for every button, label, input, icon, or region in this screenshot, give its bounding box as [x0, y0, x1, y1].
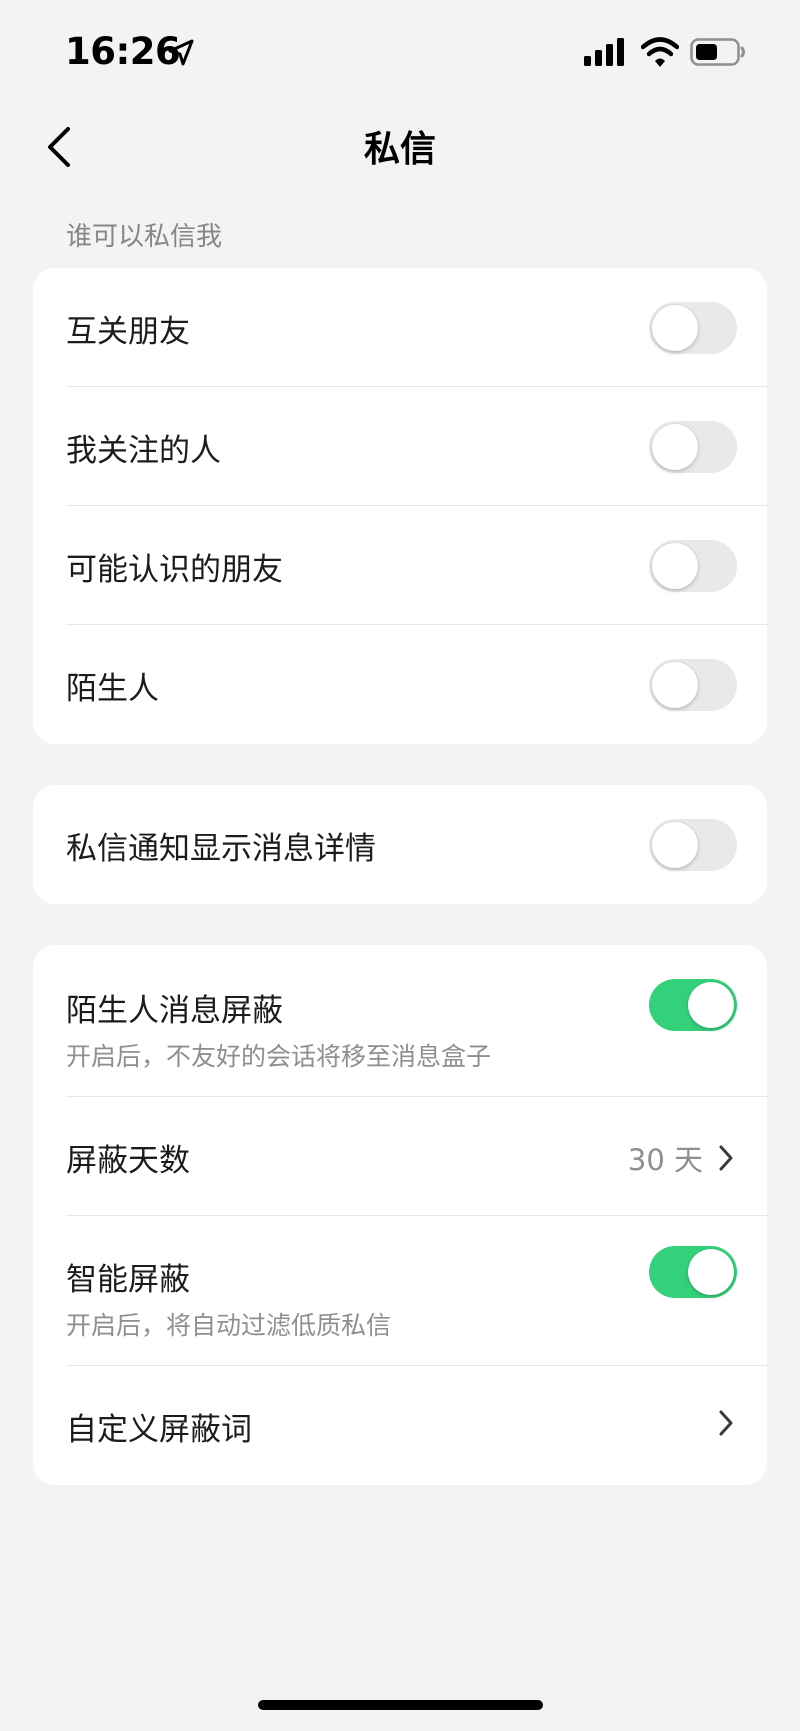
- page-title: 私信: [363, 129, 436, 170]
- row-smart-block[interactable]: 智能屏蔽 开启后，将自动过滤低质私信: [33, 1216, 767, 1366]
- row-label: 我关注的人: [66, 433, 221, 469]
- signal-icon: [584, 38, 624, 66]
- row-custom-block-words[interactable]: 自定义屏蔽词: [33, 1366, 767, 1485]
- location-icon: [168, 39, 194, 66]
- chevron-right-icon: [719, 1410, 733, 1436]
- block-days-value-group: 30 天: [628, 1137, 735, 1179]
- row-label: 互关朋友: [66, 314, 190, 350]
- status-bar: 16:26: [0, 0, 800, 100]
- following-toggle[interactable]: [649, 421, 737, 473]
- chevron-right-icon: [719, 1145, 733, 1171]
- status-time: 16:26: [65, 30, 181, 73]
- row-label: 私信通知显示消息详情: [66, 831, 376, 867]
- row-people-you-may-know[interactable]: 可能认识的朋友: [33, 506, 767, 625]
- nav-bar: 私信: [0, 100, 800, 190]
- row-label: 可能认识的朋友: [66, 552, 283, 588]
- people-you-may-know-toggle[interactable]: [649, 540, 737, 592]
- row-label: 屏蔽天数: [66, 1143, 190, 1179]
- who-can-message-card: 互关朋友 我关注的人 可能认识的朋友 陌生人: [33, 268, 767, 744]
- row-following[interactable]: 我关注的人: [33, 387, 767, 506]
- row-subtitle: 开启后，将自动过滤低质私信: [66, 1311, 392, 1340]
- custom-words-chevron-group: [717, 1408, 735, 1438]
- row-subtitle: 开启后，不友好的会话将移至消息盒子: [66, 1042, 492, 1071]
- section-header: 谁可以私信我: [66, 222, 223, 252]
- row-label: 陌生人: [66, 671, 159, 707]
- row-block-days[interactable]: 屏蔽天数 30 天: [33, 1097, 767, 1216]
- battery-icon: [690, 38, 745, 66]
- wifi-icon: [641, 37, 679, 67]
- home-indicator: [258, 1700, 543, 1710]
- notification-card: 私信通知显示消息详情: [33, 785, 767, 904]
- row-stranger-block[interactable]: 陌生人消息屏蔽 开启后，不友好的会话将移至消息盒子: [33, 945, 767, 1097]
- strangers-toggle[interactable]: [649, 659, 737, 711]
- row-strangers[interactable]: 陌生人: [33, 625, 767, 744]
- message-filter-card: 陌生人消息屏蔽 开启后，不友好的会话将移至消息盒子 屏蔽天数 30 天 智能屏蔽…: [33, 945, 767, 1485]
- row-label: 陌生人消息屏蔽: [66, 993, 283, 1029]
- row-mutual-friends[interactable]: 互关朋友: [33, 268, 767, 387]
- stranger-block-toggle[interactable]: [649, 979, 737, 1031]
- screen: 16:26 私信 谁可以私信我 互关朋友 我关注的人 可能认识的朋友 陌生人 私…: [0, 0, 800, 1731]
- row-notification-details[interactable]: 私信通知显示消息详情: [33, 785, 767, 904]
- mutual-friends-toggle[interactable]: [649, 302, 737, 354]
- smart-block-toggle[interactable]: [649, 1246, 737, 1298]
- row-label: 智能屏蔽: [66, 1262, 190, 1298]
- row-label: 自定义屏蔽词: [66, 1412, 252, 1448]
- notification-details-toggle[interactable]: [649, 819, 737, 871]
- block-days-value: 30 天: [627, 1143, 703, 1177]
